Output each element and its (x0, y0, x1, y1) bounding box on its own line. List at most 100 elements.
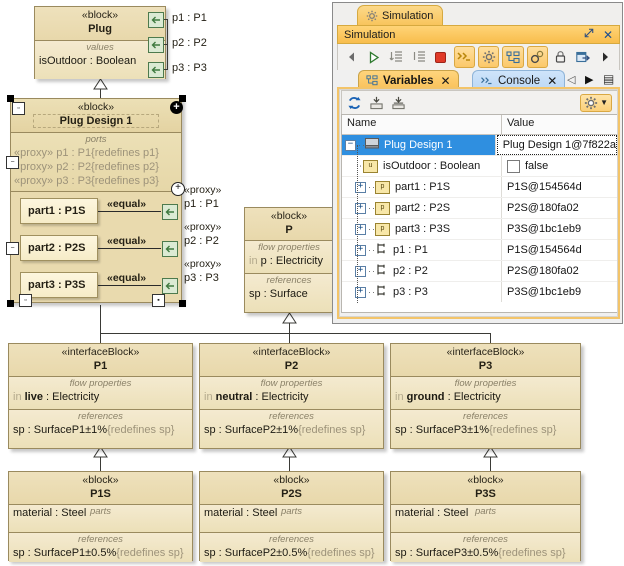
interface-p2-references-compartment: references sp : SurfaceP2±1%{redefines s… (200, 410, 383, 448)
table-row[interactable]: + ·· p part2 : P2S P2S@180fa02 (342, 198, 617, 219)
row-name-cell[interactable]: + ·· p part1 : P1S (342, 177, 502, 197)
table-row[interactable]: − ·· Plug Design 1 Plug Design 1@7f822a (342, 135, 617, 156)
tab-scroll-right-icon[interactable]: ▶ (585, 73, 593, 86)
tab-variables[interactable]: Variables ✕ (358, 70, 459, 90)
row-value-cell[interactable]: false (502, 156, 548, 176)
selection-handle-tr[interactable] (179, 95, 186, 102)
tab-console-close-icon[interactable]: ✕ (547, 74, 557, 88)
row-name-cell[interactable]: − ·· Plug Design 1 (342, 135, 496, 155)
tab-variables-close-icon[interactable]: ✕ (441, 74, 451, 88)
bottom-mid-marker[interactable]: ▪ (152, 294, 165, 307)
table-row[interactable]: + ·· p3 : P3 P3S@1bc1eb9 (342, 282, 617, 302)
table-row[interactable]: ⋯ u isOutdoor : Boolean false (342, 156, 617, 177)
block-p2s[interactable]: «block» P2S parts material : Steel refer… (199, 471, 384, 561)
table-row[interactable]: + ·· p2 : P2 P2S@180fa02 (342, 261, 617, 282)
row-value-cell[interactable]: P2S@180fa02 (502, 198, 579, 218)
table-row[interactable]: + ·· p part1 : P1S P1S@154564d (342, 177, 617, 198)
step-over-button[interactable] (409, 47, 428, 67)
row-name-cell[interactable]: + ·· p1 : P1 (342, 240, 502, 260)
tab-console[interactable]: Console ✕ (472, 70, 565, 90)
table-row[interactable]: + ·· p1 : P1 P1S@154564d (342, 240, 617, 261)
add-element-icon[interactable]: + (170, 101, 183, 114)
plug-design-name[interactable]: Plug Design 1 (33, 114, 160, 128)
block-interface-p3[interactable]: «interfaceBlock» P3 flow properties in g… (390, 343, 581, 449)
step-back-button[interactable] (342, 47, 361, 67)
selection-handle-br[interactable] (179, 300, 186, 307)
interface-p3-flow-label: flow properties (395, 378, 576, 390)
header-collapse-icon[interactable]: ▫ (12, 102, 25, 115)
p1s-stereotype: «block» (13, 474, 188, 487)
p3s-references-compartment: references sp : SurfaceP3±0.5%{redefines… (391, 533, 580, 562)
step-into-button[interactable] (387, 47, 406, 67)
row-value-cell[interactable]: P2S@180fa02 (502, 261, 579, 281)
block-p[interactable]: «block» P flow properties in p : Electri… (244, 207, 334, 313)
row-name-cell[interactable]: + ·· p2 : P2 (342, 261, 502, 281)
port-plug-p1[interactable] (148, 12, 164, 28)
connector-line-part2[interactable] (98, 248, 161, 249)
expand-all-button[interactable] (369, 96, 384, 110)
tab-list-icon[interactable]: ▤ (603, 72, 614, 86)
proxy-port-p2[interactable] (162, 241, 178, 257)
proxy-port-p1-label: p1 : P1 (184, 198, 219, 210)
row-value-cell[interactable]: P3S@1bc1eb9 (502, 282, 581, 302)
table-row[interactable]: + ·· p part3 : P3S P3S@1bc1eb9 (342, 219, 617, 240)
bus-drop-p3 (490, 333, 491, 343)
lock-button[interactable] (551, 47, 570, 67)
tab-simulation-dock[interactable]: Simulation (357, 5, 443, 25)
ports-row-p1: «proxy» p1 : P1{redefines p1} (14, 146, 178, 160)
p1s-references-compartment: references sp : SurfaceP1±0.5%{redefines… (9, 533, 192, 562)
row-value-cell[interactable]: P1S@154564d (502, 240, 582, 260)
interface-p3-name: P3 (395, 359, 576, 373)
more-button[interactable] (596, 47, 615, 67)
stop-button[interactable] (431, 47, 450, 67)
row-value-cell[interactable]: P3S@1bc1eb9 (502, 219, 581, 239)
row-value-cell[interactable]: Plug Design 1@7f822a (497, 135, 617, 155)
row-name-cell[interactable]: + ·· p3 : P3 (342, 282, 502, 302)
block-p3s[interactable]: «block» P3S parts material : Steel refer… (390, 471, 581, 561)
tab-scroll-left-icon[interactable]: ◁ (567, 73, 575, 86)
p1s-ref-label: references (13, 534, 188, 546)
column-header-value[interactable]: Value (502, 115, 534, 134)
row-value-cell[interactable]: P1S@154564d (502, 177, 582, 197)
selection-handle-bl[interactable] (7, 300, 14, 307)
proxy-port-p3[interactable] (162, 278, 178, 294)
row-name-cell[interactable]: + ·· p part2 : P2S (342, 198, 502, 218)
part-box-part2[interactable]: part2 : P2S (20, 235, 98, 261)
structure-compartment-collapse[interactable]: − (6, 242, 19, 255)
block-p1s[interactable]: «block» P1S parts material : Steel refer… (8, 471, 193, 561)
proxy-port-p1[interactable] (162, 204, 178, 220)
expander-minus-icon[interactable]: − (345, 140, 356, 151)
port-plug-p2[interactable] (148, 37, 164, 53)
add-port-icon[interactable]: + (171, 182, 185, 196)
ports-compartment-collapse[interactable]: − (6, 156, 19, 169)
export-button[interactable] (573, 47, 592, 67)
options-button[interactable]: ▼ (580, 94, 612, 112)
bottom-left-marker[interactable]: ▫ (19, 294, 32, 307)
column-header-name[interactable]: Name (342, 115, 502, 134)
row-name-cell[interactable]: ⋯ u isOutdoor : Boolean (342, 156, 502, 176)
close-icon[interactable]: ✕ (603, 28, 613, 42)
port-plug-p3[interactable] (148, 62, 164, 78)
bus-drop-p2 (289, 333, 290, 343)
part-box-part1[interactable]: part1 : P1S (20, 198, 98, 224)
refresh-button[interactable] (347, 96, 362, 110)
bus-line-vertical-left (100, 305, 101, 333)
run-button[interactable] (364, 47, 383, 67)
proxy-port-p2-stereotype: «proxy» (184, 221, 221, 233)
block-interface-p1[interactable]: «interfaceBlock» P1 flow properties in l… (8, 343, 193, 449)
connector-line-part3[interactable] (98, 285, 161, 286)
row-name-cell[interactable]: + ·· p part3 : P3S (342, 219, 502, 239)
block-plug[interactable]: «block» Plug values isOutdoor : Boolean (34, 6, 166, 79)
console-toggle-button[interactable] (454, 46, 475, 68)
sessions-toggle-button[interactable] (527, 46, 548, 68)
variables-table[interactable]: Name Value − ·· Plug Design 1 Plug Desig… (341, 114, 618, 313)
value-checkbox[interactable] (507, 160, 520, 173)
collapse-all-button[interactable] (391, 96, 406, 110)
connector-line-part1[interactable] (98, 211, 161, 212)
row-name-text: part1 : P1S (395, 181, 450, 193)
block-interface-p2[interactable]: «interfaceBlock» P2 flow properties in n… (199, 343, 384, 449)
restore-icon[interactable] (584, 28, 594, 41)
variables-toggle-button[interactable] (502, 46, 523, 68)
selection-handle-tl[interactable] (7, 95, 14, 102)
settings-toggle-button[interactable] (478, 46, 499, 68)
